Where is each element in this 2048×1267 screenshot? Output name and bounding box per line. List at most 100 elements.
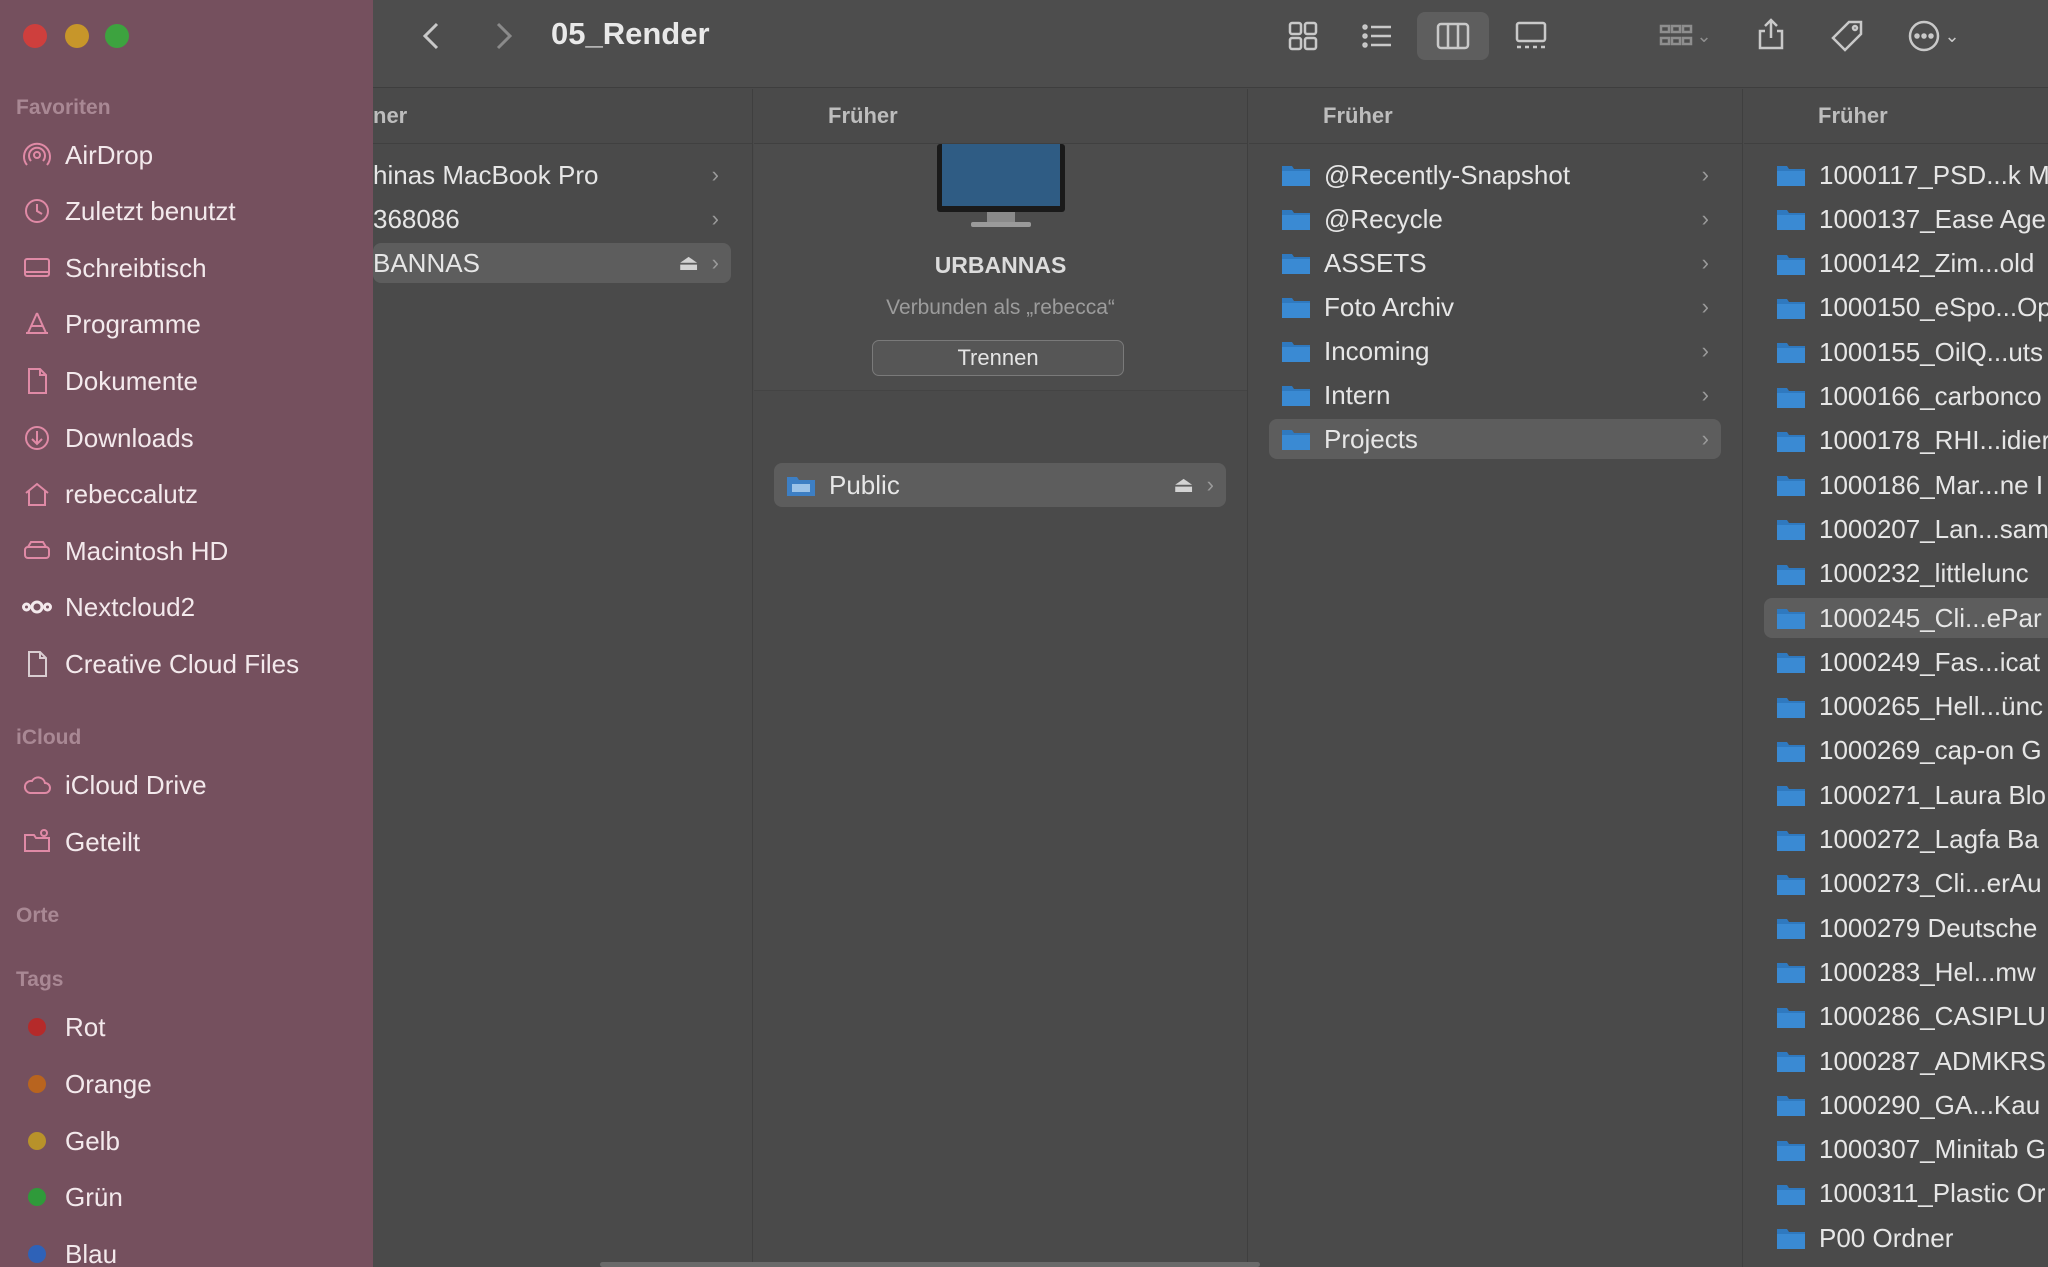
sidebar-item-label: Nextcloud2 xyxy=(65,591,196,622)
disconnect-button[interactable]: Trennen xyxy=(872,340,1124,376)
column-header[interactable]: Früher xyxy=(1249,89,1742,144)
row-label: 1000290_GA...Kau xyxy=(1819,1089,2041,1120)
list-item[interactable]: 1000279 Deutsche xyxy=(1764,908,2048,948)
list-item[interactable]: 1000269_cap-on G xyxy=(1764,731,2048,771)
sidebar-item-airdrop[interactable]: AirDrop xyxy=(20,135,363,175)
sidebar-item-macintosh-hd[interactable]: Macintosh HD xyxy=(20,531,363,571)
row-label: 1000178_RHI...idier xyxy=(1819,425,2048,456)
sidebar-item-shared[interactable]: Geteilt xyxy=(20,822,363,862)
list-item[interactable]: 1000307_Minitab G xyxy=(1764,1130,2048,1170)
column-header[interactable]: Früher xyxy=(754,89,1247,144)
gallery-view-button[interactable] xyxy=(1507,14,1555,58)
list-item[interactable]: 1000272_Lagfa Ba xyxy=(1764,820,2048,860)
folder-icon xyxy=(1776,783,1806,807)
horizontal-scrollbar[interactable] xyxy=(600,1262,1260,1267)
list-item[interactable]: @Recycle › xyxy=(1269,199,1721,239)
row-label: 1000142_Zim...old xyxy=(1819,248,2035,279)
list-item[interactable]: 1000311_Plastic Or xyxy=(1764,1174,2048,1214)
list-item[interactable]: Foto Archiv › xyxy=(1269,287,1721,327)
forward-button[interactable] xyxy=(482,16,522,56)
sidebar-heading-locations: Orte xyxy=(16,904,60,927)
chevron-right-icon xyxy=(496,22,513,50)
list-item[interactable]: 1000186_Mar...ne I xyxy=(1764,465,2048,505)
list-item[interactable]: 1000273_Cli...erAu xyxy=(1764,864,2048,904)
eject-icon[interactable]: ⏏ xyxy=(678,250,699,276)
share-icon xyxy=(1758,18,1784,50)
list-item[interactable]: 1000155_OilQ...uts xyxy=(1764,332,2048,372)
row-label: 1000287_ADMKRS xyxy=(1819,1045,2046,1076)
sidebar-item-tag-orange[interactable]: Orange xyxy=(20,1064,363,1104)
list-item[interactable]: 1000290_GA...Kau xyxy=(1764,1085,2048,1125)
list-item[interactable]: 1000271_Laura Blo xyxy=(1764,775,2048,815)
sidebar-item-icloud-drive[interactable]: iCloud Drive xyxy=(20,765,363,805)
close-window-button[interactable] xyxy=(23,24,47,48)
list-item[interactable]: 368086 › xyxy=(373,199,731,239)
sidebar-item-label: Schreibtisch xyxy=(65,252,207,283)
network-share-icon xyxy=(786,473,816,497)
row-label: @Recently-Snapshot xyxy=(1324,159,1571,190)
ellipsis-circle-icon xyxy=(1909,20,1940,52)
list-item[interactable]: P00 Ordner xyxy=(1764,1218,2048,1258)
sidebar-item-tag-red[interactable]: Rot xyxy=(20,1007,363,1047)
list-item[interactable]: ASSETS › xyxy=(1269,243,1721,283)
list-item[interactable]: 1000137_Ease Age xyxy=(1764,199,2048,239)
list-item[interactable]: 1000287_ADMKRS xyxy=(1764,1041,2048,1081)
list-icon xyxy=(1362,24,1391,48)
airdrop-icon xyxy=(20,138,54,172)
column-header[interactable]: ner xyxy=(373,89,752,144)
share-item-public[interactable]: Public ⏏ › xyxy=(774,463,1226,507)
list-item[interactable]: 1000265_Hell...ünc xyxy=(1764,687,2048,727)
row-label: 1000150_eSpo...Op xyxy=(1819,292,2048,323)
sidebar-item-downloads[interactable]: Downloads xyxy=(20,418,363,458)
tag-button[interactable] xyxy=(1823,12,1871,60)
sidebar-item-tag-yellow[interactable]: Gelb xyxy=(20,1121,363,1161)
list-item[interactable]: Intern › xyxy=(1269,375,1721,415)
list-item[interactable]: 1000166_carbonco xyxy=(1764,377,2048,417)
sidebar-item-nextcloud[interactable]: Nextcloud2 xyxy=(20,587,363,627)
column-header[interactable]: Früher xyxy=(1744,89,2048,144)
row-label: BANNAS xyxy=(373,247,480,278)
list-item[interactable]: hinas MacBook Pro › xyxy=(373,155,731,195)
icon-view-button[interactable] xyxy=(1279,14,1327,58)
list-item[interactable]: 1000286_CASIPLU xyxy=(1764,997,2048,1037)
column-view-button[interactable] xyxy=(1417,12,1489,60)
zoom-window-button[interactable] xyxy=(105,24,129,48)
list-item[interactable]: 1000249_Fas...icat xyxy=(1764,642,2048,682)
list-view-button[interactable] xyxy=(1353,14,1401,58)
list-item[interactable]: 1000207_Lan...sam xyxy=(1764,509,2048,549)
sidebar-item-desktop[interactable]: Schreibtisch xyxy=(20,248,363,288)
sidebar-item-applications[interactable]: Programme xyxy=(20,304,363,344)
list-item[interactable]: 1000283_Hel...mw xyxy=(1764,952,2048,992)
sidebar-item-home[interactable]: rebeccalutz xyxy=(20,474,363,514)
list-item[interactable]: Incoming › xyxy=(1269,331,1721,371)
minimize-window-button[interactable] xyxy=(65,24,89,48)
list-item-selected[interactable]: Projects › xyxy=(1269,419,1721,459)
sidebar-item-tag-blue[interactable]: Blau xyxy=(20,1234,363,1267)
sidebar-item-recents[interactable]: Zuletzt benutzt xyxy=(20,191,363,231)
list-item[interactable]: 1000142_Zim...old xyxy=(1764,244,2048,284)
home-icon xyxy=(20,477,54,511)
row-label: hinas MacBook Pro xyxy=(373,159,599,190)
list-item[interactable]: 1000232_littlelunc xyxy=(1764,554,2048,594)
eject-icon[interactable]: ⏏ xyxy=(1173,472,1194,498)
window-title: 05_Render xyxy=(551,16,710,51)
list-item[interactable]: 1000117_PSD...k Mi xyxy=(1764,155,2048,195)
row-label: Public xyxy=(829,469,900,500)
more-actions-button[interactable]: ⌄ xyxy=(1897,12,1969,60)
row-label: ASSETS xyxy=(1324,247,1427,278)
sidebar-item-creative-cloud[interactable]: Creative Cloud Files xyxy=(20,644,363,684)
back-button[interactable] xyxy=(413,16,453,56)
list-item[interactable]: 1000150_eSpo...Op xyxy=(1764,288,2048,328)
folder-icon xyxy=(1776,517,1806,541)
share-button[interactable] xyxy=(1747,10,1795,58)
sidebar-item-tag-green[interactable]: Grün xyxy=(20,1177,363,1217)
row-label: 368086 xyxy=(373,203,460,234)
row-label: Projects xyxy=(1324,423,1418,454)
list-item[interactable]: 1000178_RHI...idier xyxy=(1764,421,2048,461)
list-item-selected[interactable]: 1000245_Cli...ePar xyxy=(1764,598,2048,638)
row-label: 1000249_Fas...icat xyxy=(1819,646,2041,677)
sidebar-item-documents[interactable]: Dokumente xyxy=(20,361,363,401)
list-item[interactable]: @Recently-Snapshot › xyxy=(1269,155,1721,195)
list-item-selected[interactable]: BANNAS ⏏ › xyxy=(373,243,731,283)
group-button[interactable]: ⌄ xyxy=(1653,14,1717,58)
